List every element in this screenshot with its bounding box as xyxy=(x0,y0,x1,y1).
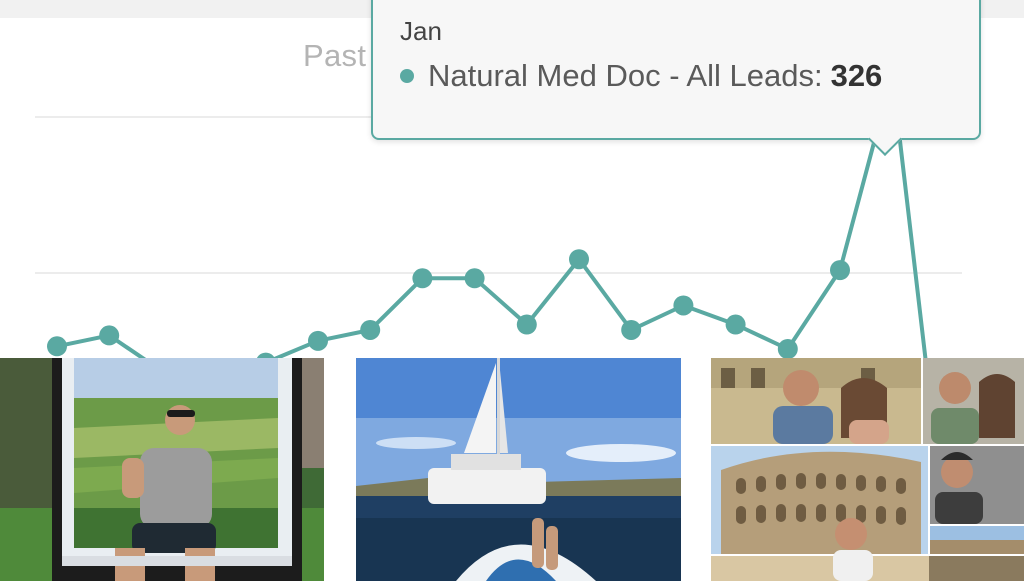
photo-vineyard-frame xyxy=(0,358,324,581)
data-point[interactable] xyxy=(725,314,746,335)
tooltip-series-label: Natural Med Doc - All Leads: xyxy=(428,58,823,93)
data-point[interactable] xyxy=(569,249,589,270)
chart-tooltip: Jan Natural Med Doc - All Leads: 326 xyxy=(371,0,981,156)
tooltip-series-row: Natural Med Doc - All Leads: 326 xyxy=(400,58,882,94)
data-point[interactable] xyxy=(673,295,694,316)
photo-sailboat-paddleboard xyxy=(356,358,681,581)
data-point[interactable] xyxy=(308,330,328,351)
data-point[interactable] xyxy=(516,314,537,335)
data-point[interactable] xyxy=(777,339,798,359)
data-point[interactable] xyxy=(412,268,433,289)
data-point[interactable] xyxy=(360,319,381,340)
tooltip-month: Jan xyxy=(400,16,442,46)
data-point[interactable] xyxy=(830,260,850,281)
data-point[interactable] xyxy=(621,319,642,340)
tooltip-value: 326 xyxy=(830,58,883,93)
photo-rome-collage xyxy=(711,358,1024,581)
data-point[interactable] xyxy=(99,325,120,346)
data-point[interactable] xyxy=(464,268,485,289)
series-color-dot xyxy=(400,69,414,83)
data-point[interactable] xyxy=(47,336,67,357)
